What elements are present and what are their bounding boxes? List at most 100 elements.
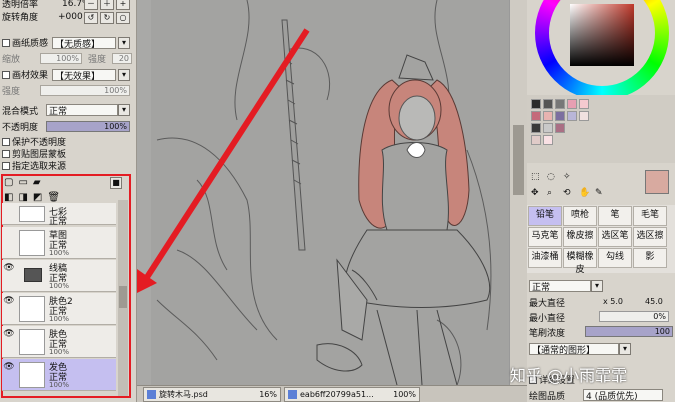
current-color[interactable]	[645, 170, 669, 194]
scale-label: 缩放	[2, 55, 21, 65]
quality-label: 绘图品质	[529, 392, 566, 402]
swatch[interactable]	[543, 99, 553, 109]
hand-icon[interactable]: ✋	[579, 186, 590, 200]
rotate-left-icon[interactable]: ↺	[84, 12, 98, 24]
swatch[interactable]	[543, 135, 553, 145]
brush-shadow[interactable]: 影	[633, 248, 667, 268]
canvas-scrollbar[interactable]	[509, 0, 527, 385]
minus-icon[interactable]: －	[84, 0, 98, 10]
swatch[interactable]	[555, 99, 565, 109]
swatch[interactable]	[555, 123, 565, 133]
layer-row[interactable]: 七彩 正常	[2, 203, 116, 227]
rotate-value[interactable]: +000	[58, 12, 83, 22]
tab-document-1[interactable]: 旋转木马.psd 16%	[143, 387, 281, 402]
layer-row[interactable]: 👁 肤色2 正常 100%	[2, 293, 116, 325]
material-checkbox[interactable]	[2, 70, 10, 79]
shape-arrow-icon[interactable]: ▾	[619, 343, 631, 355]
magic-wand-icon[interactable]: ✧	[563, 170, 571, 184]
opacity-slider[interactable]: 100%	[46, 121, 130, 132]
move-icon[interactable]: ✥	[531, 186, 539, 200]
layer-row-selected[interactable]: 👁 发色 正常 100%	[2, 359, 116, 391]
brush-pencil[interactable]: 铅笔	[528, 206, 562, 226]
selection-checkbox[interactable]	[2, 161, 10, 170]
layer-scroll-thumb[interactable]	[119, 286, 127, 308]
brush-shape-dropdown[interactable]: 【通常的图形】	[529, 343, 619, 355]
max-diameter-value[interactable]: 45.0	[645, 297, 663, 306]
folder-icon[interactable]: ▰	[33, 177, 46, 188]
lasso-icon[interactable]: ◌	[547, 170, 555, 184]
swatch[interactable]	[567, 111, 577, 121]
brush-line[interactable]: 勾线	[598, 248, 632, 268]
layer-row[interactable]: 草图 正常 100%	[2, 227, 116, 259]
drawing-canvas[interactable]	[123, 0, 527, 386]
tab-document-2[interactable]: eab6ff20799a51... 100%	[284, 387, 420, 402]
eye-icon[interactable]: 👁	[3, 295, 15, 307]
paper-dropdown-arrow-icon[interactable]: ▾	[118, 37, 130, 49]
color-wheel[interactable]	[535, 0, 669, 100]
brush-ink[interactable]: 毛笔	[633, 206, 667, 226]
reset-icon[interactable]: ○	[116, 12, 130, 24]
layer-row[interactable]: 👁 线稿 正常 100%	[2, 260, 116, 292]
swatch[interactable]	[579, 111, 589, 121]
layer-row[interactable]: 👁 肤色 正常 100%	[2, 326, 116, 358]
density-slider[interactable]: 100	[585, 326, 673, 337]
paper-dropdown[interactable]: 【无质感】	[52, 37, 116, 49]
layer-scrollbar[interactable]	[118, 200, 128, 396]
blend-dropdown[interactable]: 正常	[46, 104, 118, 116]
select-rect-icon[interactable]: ⬚	[531, 170, 540, 184]
merge-icon[interactable]: ◨	[18, 192, 32, 203]
zoom-icon[interactable]: ⌕	[547, 186, 552, 200]
material-dropdown[interactable]: 【无效果】	[52, 69, 116, 81]
layer-opacity: 100%	[49, 348, 70, 356]
clear-icon[interactable]: ◩	[33, 192, 47, 203]
plus2-icon[interactable]: +	[116, 0, 130, 10]
eye-icon[interactable]: 👁	[3, 361, 15, 373]
new-layer-icon[interactable]: ▢	[4, 177, 18, 188]
rotate-icon[interactable]: ⟲	[563, 186, 571, 200]
brush-blur-eraser[interactable]: 模糊橡皮	[563, 248, 597, 275]
strength-value[interactable]: 20	[112, 53, 132, 64]
layer-menu-icon[interactable]: ■	[110, 177, 122, 189]
quality-dropdown[interactable]: 4 (品质优先)	[583, 389, 663, 401]
brush-eraser[interactable]: 橡皮擦	[563, 227, 597, 247]
rotate-right-icon[interactable]: ↻	[100, 12, 114, 24]
brush-mode-dropdown[interactable]: 正常	[529, 280, 591, 292]
min-diameter-slider[interactable]: 0%	[599, 311, 669, 322]
mode-arrow-icon[interactable]: ▾	[591, 280, 603, 292]
brush-pen[interactable]: 笔	[598, 206, 632, 226]
trash-icon[interactable]: 🗑	[47, 192, 65, 203]
eyedropper-icon[interactable]: ✎	[595, 186, 603, 200]
eye-icon[interactable]: 👁	[3, 262, 15, 274]
swatch[interactable]	[543, 123, 553, 133]
blend-arrow-icon[interactable]: ▾	[118, 104, 130, 116]
swatch[interactable]	[531, 123, 541, 133]
brush-airbrush[interactable]: 喷枪	[563, 206, 597, 226]
swatch[interactable]	[531, 135, 541, 145]
protect-checkbox[interactable]	[2, 137, 10, 146]
swatch[interactable]	[531, 99, 541, 109]
swatch[interactable]	[555, 111, 565, 121]
brush-select-eraser[interactable]: 选区擦	[633, 227, 667, 247]
material-dropdown-arrow-icon[interactable]: ▾	[118, 69, 130, 81]
material-strength-value[interactable]: 100%	[40, 85, 130, 96]
brush-bucket[interactable]: 油漆桶	[528, 248, 562, 268]
paper-label: 画纸质感	[12, 39, 49, 49]
eye-icon[interactable]: 👁	[3, 328, 15, 340]
swatch[interactable]	[579, 99, 589, 109]
brush-marker[interactable]: 马克笔	[528, 227, 562, 247]
max-diameter-multiplier[interactable]: x 5.0	[603, 297, 623, 306]
swatch[interactable]	[531, 111, 541, 121]
new-folder-icon[interactable]: ▭	[18, 177, 32, 188]
copy-icon[interactable]: ◧	[4, 192, 18, 203]
canvas-scroll-thumb[interactable]	[513, 125, 524, 195]
clip-checkbox[interactable]	[2, 149, 10, 158]
plus-icon[interactable]: ＋	[100, 0, 114, 10]
swatch[interactable]	[543, 111, 553, 121]
check-row-3[interactable]: 指定选取来源	[2, 159, 66, 172]
color-square[interactable]	[570, 4, 634, 66]
scale-value[interactable]: 100%	[40, 53, 82, 64]
paper-checkbox[interactable]	[2, 38, 10, 47]
file-icon	[147, 390, 156, 399]
swatch[interactable]	[567, 99, 577, 109]
brush-select-pen[interactable]: 选区笔	[598, 227, 632, 247]
